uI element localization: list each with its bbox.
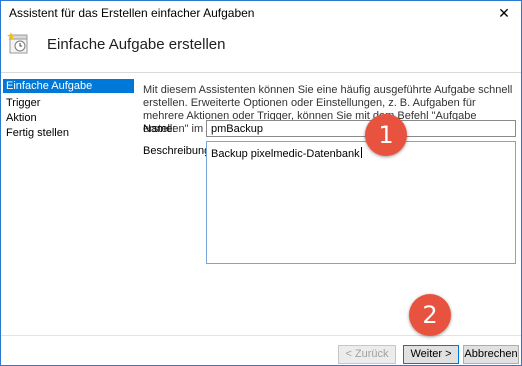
title-bar: Assistent für das Erstellen einfacher Au… [1,1,521,27]
back-button[interactable]: < Zurück [338,345,396,364]
header-divider [1,72,521,73]
name-label: Name: [143,123,176,135]
cancel-button[interactable]: Abbrechen [463,345,519,364]
page-title: Einfache Aufgabe erstellen [47,36,226,53]
step-create-basic-task[interactable]: Einfache Aufgabe erstellen [3,79,134,106]
close-icon[interactable]: ✕ [493,4,515,22]
name-input[interactable]: pmBackup [206,120,516,137]
next-button[interactable]: Weiter > [403,345,459,364]
step-action[interactable]: Aktion [3,111,134,125]
text-caret [360,147,362,158]
description-label: Beschreibung: [143,145,214,157]
step-trigger[interactable]: Trigger [3,96,134,110]
step-finish[interactable]: Fertig stellen [3,126,134,140]
annotation-badge-1: 1 [365,114,407,156]
task-clock-icon [7,31,31,55]
footer-divider [1,335,521,336]
wizard-header: Einfache Aufgabe erstellen [1,27,521,72]
wizard-window: Assistent für das Erstellen einfacher Au… [0,0,522,366]
description-textarea[interactable]: Backup pixelmedic-Datenbank [206,141,516,264]
annotation-badge-2: 2 [409,294,451,336]
window-title: Assistent für das Erstellen einfacher Au… [9,6,255,20]
description-text: Backup pixelmedic-Datenbank [211,148,360,160]
